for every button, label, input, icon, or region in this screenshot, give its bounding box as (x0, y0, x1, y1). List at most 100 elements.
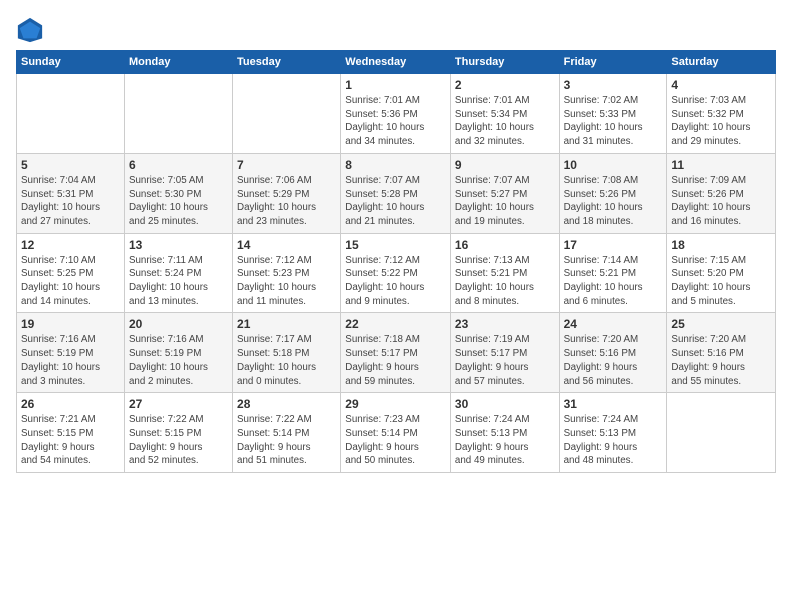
day-info: Sunrise: 7:22 AM Sunset: 5:15 PM Dayligh… (129, 413, 228, 468)
calendar-cell: 23 Sunrise: 7:19 AM Sunset: 5:17 PM Dayli… (450, 313, 559, 393)
day-info: Sunrise: 7:09 AM Sunset: 5:26 PM Dayligh… (671, 174, 771, 229)
day-number: 21 (237, 317, 336, 331)
calendar-cell: 17 Sunrise: 7:14 AM Sunset: 5:21 PM Dayli… (559, 233, 667, 313)
day-info: Sunrise: 7:05 AM Sunset: 5:30 PM Dayligh… (129, 174, 228, 229)
calendar-cell: 6 Sunrise: 7:05 AM Sunset: 5:30 PM Daylig… (124, 153, 232, 233)
page: SundayMondayTuesdayWednesdayThursdayFrid… (0, 0, 792, 612)
day-info: Sunrise: 7:20 AM Sunset: 5:16 PM Dayligh… (671, 333, 771, 388)
day-number: 5 (21, 158, 120, 172)
weekday-header: Friday (559, 51, 667, 74)
calendar-week-row: 19 Sunrise: 7:16 AM Sunset: 5:19 PM Dayli… (17, 313, 776, 393)
calendar-cell: 28 Sunrise: 7:22 AM Sunset: 5:14 PM Dayli… (233, 393, 341, 473)
day-number: 17 (564, 238, 663, 252)
day-info: Sunrise: 7:13 AM Sunset: 5:21 PM Dayligh… (455, 254, 555, 309)
weekday-header: Saturday (667, 51, 776, 74)
calendar-cell: 15 Sunrise: 7:12 AM Sunset: 5:22 PM Dayli… (341, 233, 451, 313)
calendar-cell: 14Sunrise: 7:12 AM Sunset: 5:23 PM Dayli… (233, 233, 341, 313)
calendar-cell: 16Sunrise: 7:13 AM Sunset: 5:21 PM Dayli… (450, 233, 559, 313)
day-number: 2 (455, 78, 555, 92)
day-number: 28 (237, 397, 336, 411)
day-number: 9 (455, 158, 555, 172)
calendar-cell: 2 Sunrise: 7:01 AM Sunset: 5:34 PM Daylig… (450, 74, 559, 154)
calendar-cell: 12Sunrise: 7:10 AM Sunset: 5:25 PM Dayli… (17, 233, 125, 313)
day-number: 19 (21, 317, 120, 331)
day-info: Sunrise: 7:21 AM Sunset: 5:15 PM Dayligh… (21, 413, 120, 468)
day-number: 12 (21, 238, 120, 252)
day-info: Sunrise: 7:19 AM Sunset: 5:17 PM Dayligh… (455, 333, 555, 388)
day-info: Sunrise: 7:23 AM Sunset: 5:14 PM Dayligh… (345, 413, 446, 468)
day-number: 22 (345, 317, 446, 331)
calendar-table: SundayMondayTuesdayWednesdayThursdayFrid… (16, 50, 776, 473)
weekday-header: Monday (124, 51, 232, 74)
calendar-cell (667, 393, 776, 473)
calendar-cell: 7 Sunrise: 7:06 AM Sunset: 5:29 PM Daylig… (233, 153, 341, 233)
day-info: Sunrise: 7:11 AM Sunset: 5:24 PM Dayligh… (129, 254, 228, 309)
day-number: 25 (671, 317, 771, 331)
weekday-header-row: SundayMondayTuesdayWednesdayThursdayFrid… (17, 51, 776, 74)
calendar-cell: 8 Sunrise: 7:07 AM Sunset: 5:28 PM Daylig… (341, 153, 451, 233)
day-number: 23 (455, 317, 555, 331)
day-info: Sunrise: 7:24 AM Sunset: 5:13 PM Dayligh… (455, 413, 555, 468)
header-area (16, 16, 776, 44)
day-info: Sunrise: 7:07 AM Sunset: 5:27 PM Dayligh… (455, 174, 555, 229)
calendar-cell: 20Sunrise: 7:16 AM Sunset: 5:19 PM Dayli… (124, 313, 232, 393)
day-number: 8 (345, 158, 446, 172)
day-number: 26 (21, 397, 120, 411)
day-info: Sunrise: 7:14 AM Sunset: 5:21 PM Dayligh… (564, 254, 663, 309)
day-number: 6 (129, 158, 228, 172)
calendar-cell: 3 Sunrise: 7:02 AM Sunset: 5:33 PM Daylig… (559, 74, 667, 154)
calendar-cell (124, 74, 232, 154)
day-info: Sunrise: 7:16 AM Sunset: 5:19 PM Dayligh… (129, 333, 228, 388)
day-info: Sunrise: 7:01 AM Sunset: 5:34 PM Dayligh… (455, 94, 555, 149)
calendar-cell: 9 Sunrise: 7:07 AM Sunset: 5:27 PM Daylig… (450, 153, 559, 233)
calendar-cell: 13 Sunrise: 7:11 AM Sunset: 5:24 PM Dayli… (124, 233, 232, 313)
weekday-header: Tuesday (233, 51, 341, 74)
day-info: Sunrise: 7:06 AM Sunset: 5:29 PM Dayligh… (237, 174, 336, 229)
day-info: Sunrise: 7:12 AM Sunset: 5:22 PM Dayligh… (345, 254, 446, 309)
day-info: Sunrise: 7:17 AM Sunset: 5:18 PM Dayligh… (237, 333, 336, 388)
day-number: 27 (129, 397, 228, 411)
day-number: 7 (237, 158, 336, 172)
day-number: 15 (345, 238, 446, 252)
day-info: Sunrise: 7:16 AM Sunset: 5:19 PM Dayligh… (21, 333, 120, 388)
day-info: Sunrise: 7:04 AM Sunset: 5:31 PM Dayligh… (21, 174, 120, 229)
calendar-cell: 29 Sunrise: 7:23 AM Sunset: 5:14 PM Dayli… (341, 393, 451, 473)
day-info: Sunrise: 7:12 AM Sunset: 5:23 PM Dayligh… (237, 254, 336, 309)
day-info: Sunrise: 7:07 AM Sunset: 5:28 PM Dayligh… (345, 174, 446, 229)
calendar-cell (233, 74, 341, 154)
day-info: Sunrise: 7:08 AM Sunset: 5:26 PM Dayligh… (564, 174, 663, 229)
calendar-cell: 31Sunrise: 7:24 AM Sunset: 5:13 PM Dayli… (559, 393, 667, 473)
day-number: 4 (671, 78, 771, 92)
day-number: 24 (564, 317, 663, 331)
calendar-week-row: 12Sunrise: 7:10 AM Sunset: 5:25 PM Dayli… (17, 233, 776, 313)
day-info: Sunrise: 7:15 AM Sunset: 5:20 PM Dayligh… (671, 254, 771, 309)
calendar-cell: 18 Sunrise: 7:15 AM Sunset: 5:20 PM Dayli… (667, 233, 776, 313)
weekday-header: Thursday (450, 51, 559, 74)
day-number: 29 (345, 397, 446, 411)
day-number: 1 (345, 78, 446, 92)
calendar-cell: 26 Sunrise: 7:21 AM Sunset: 5:15 PM Dayli… (17, 393, 125, 473)
calendar-cell: 19 Sunrise: 7:16 AM Sunset: 5:19 PM Dayli… (17, 313, 125, 393)
day-number: 13 (129, 238, 228, 252)
calendar-cell: 24Sunrise: 7:20 AM Sunset: 5:16 PM Dayli… (559, 313, 667, 393)
weekday-header: Sunday (17, 51, 125, 74)
calendar-cell: 4Sunrise: 7:03 AM Sunset: 5:32 PM Daylig… (667, 74, 776, 154)
calendar-cell: 27 Sunrise: 7:22 AM Sunset: 5:15 PM Dayli… (124, 393, 232, 473)
calendar-week-row: 1 Sunrise: 7:01 AM Sunset: 5:36 PM Daylig… (17, 74, 776, 154)
day-info: Sunrise: 7:02 AM Sunset: 5:33 PM Dayligh… (564, 94, 663, 149)
calendar-cell (17, 74, 125, 154)
calendar-cell: 30Sunrise: 7:24 AM Sunset: 5:13 PM Dayli… (450, 393, 559, 473)
calendar-cell: 11Sunrise: 7:09 AM Sunset: 5:26 PM Dayli… (667, 153, 776, 233)
calendar-week-row: 5 Sunrise: 7:04 AM Sunset: 5:31 PM Daylig… (17, 153, 776, 233)
day-info: Sunrise: 7:01 AM Sunset: 5:36 PM Dayligh… (345, 94, 446, 149)
logo (16, 16, 48, 44)
day-number: 3 (564, 78, 663, 92)
calendar-cell: 1 Sunrise: 7:01 AM Sunset: 5:36 PM Daylig… (341, 74, 451, 154)
day-info: Sunrise: 7:18 AM Sunset: 5:17 PM Dayligh… (345, 333, 446, 388)
calendar-cell: 25 Sunrise: 7:20 AM Sunset: 5:16 PM Dayli… (667, 313, 776, 393)
day-info: Sunrise: 7:24 AM Sunset: 5:13 PM Dayligh… (564, 413, 663, 468)
day-info: Sunrise: 7:22 AM Sunset: 5:14 PM Dayligh… (237, 413, 336, 468)
weekday-header: Wednesday (341, 51, 451, 74)
calendar-cell: 22 Sunrise: 7:18 AM Sunset: 5:17 PM Dayli… (341, 313, 451, 393)
day-number: 18 (671, 238, 771, 252)
